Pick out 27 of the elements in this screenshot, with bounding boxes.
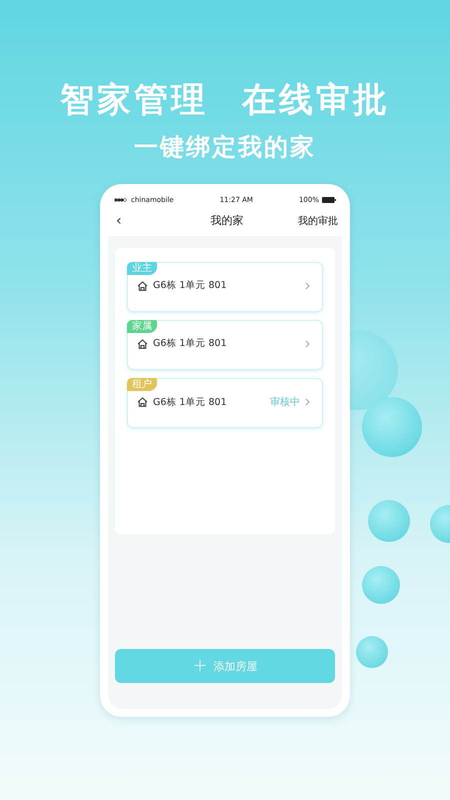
house-icon [137,338,148,348]
bubble-decoration [368,500,410,542]
house-icon [137,397,148,407]
battery-icon [322,197,336,203]
screen-title: 我的家 [210,213,244,228]
chevron-icon [305,282,310,290]
headline: 智家管理 [60,80,208,120]
house-icon [137,280,148,290]
chevron-icon [305,340,310,348]
headline: 在线审批 [242,80,390,120]
role-tag: 家属 [127,320,157,333]
signal-icon [114,198,128,202]
subtitle: 一键绑定我的家 [133,132,317,162]
bubble-decoration [362,566,400,604]
review-status: 审核中 [270,396,300,409]
house-address: G6栋 1单元 801 [153,279,228,292]
bubble-decoration [356,636,388,668]
role-tag: 业主 [127,262,157,275]
role-tag: 租户 [127,378,157,391]
house-address: G6栋 1单元 801 [153,396,228,408]
approval-link[interactable]: 我的审批 [298,214,338,228]
back-button[interactable]: ‹ [112,212,126,228]
house-item[interactable]: 业主 G6栋 1单元 801 [127,262,323,312]
chevron-icon [305,398,310,406]
house-address: G6栋 1单元 801 [153,337,228,350]
house-item[interactable]: 家属 G6栋 1单元 801 [127,320,323,370]
house-item[interactable]: 租户 G6栋 1单元 801 审核中 [127,378,323,428]
